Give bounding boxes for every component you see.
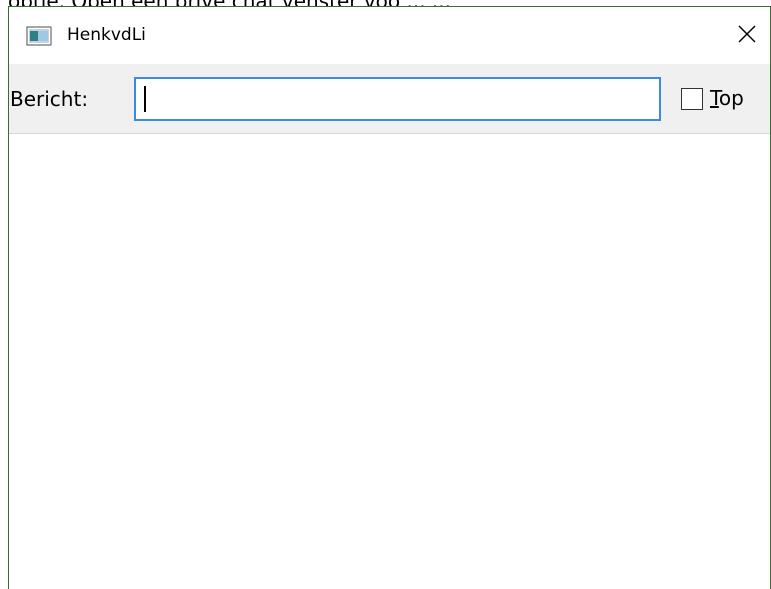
message-toolbar: Bericht: Top <box>9 64 770 134</box>
chat-window: HenkvdLi Bericht: Top <box>8 6 771 589</box>
window-title: HenkvdLi <box>67 25 146 45</box>
app-window-icon <box>26 26 52 46</box>
text-caret <box>144 86 146 112</box>
chat-content-area[interactable] <box>9 134 770 589</box>
screen: optie. Open een prive chat venster voo .… <box>0 0 771 589</box>
top-checkbox[interactable] <box>681 88 703 110</box>
close-icon <box>737 24 757 48</box>
message-label: Bericht: <box>10 87 89 111</box>
close-button[interactable] <box>724 7 770 64</box>
top-label-mnemonic: T <box>710 86 719 110</box>
top-label-rest: op <box>718 86 744 110</box>
message-input[interactable] <box>134 77 661 121</box>
top-checkbox-label[interactable]: Top <box>710 85 744 111</box>
title-bar[interactable]: HenkvdLi <box>9 7 770 64</box>
